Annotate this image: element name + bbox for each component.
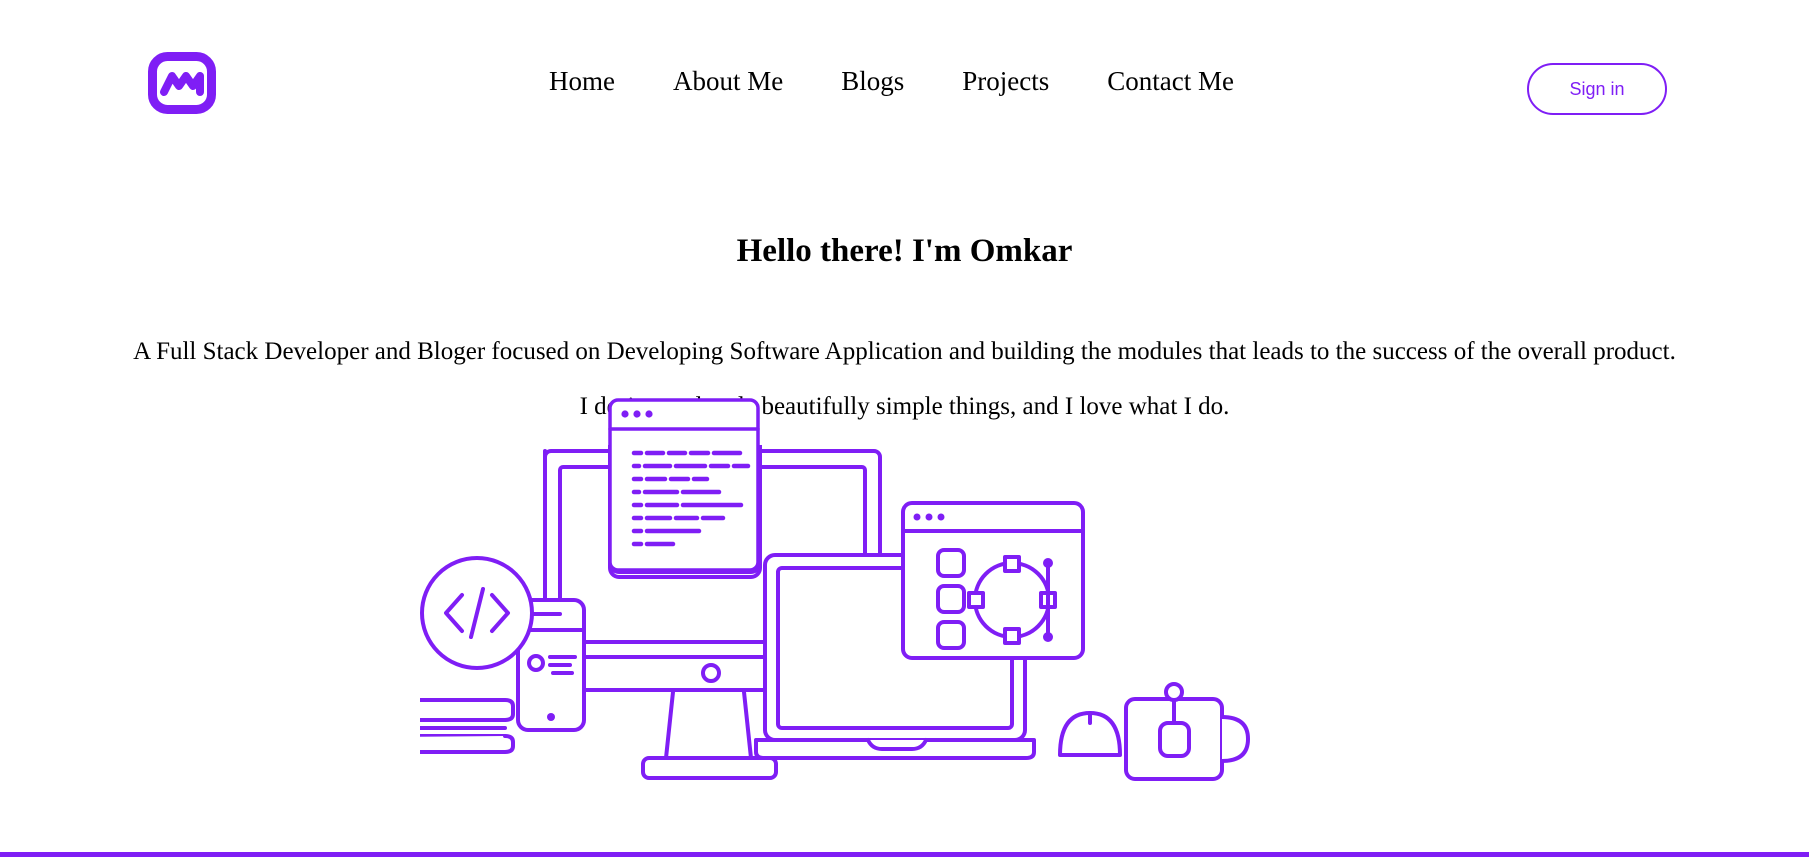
hero-paragraph-line-1: A Full Stack Developer and Bloger focuse… xyxy=(133,338,1676,365)
rounded-square-wave-logo-icon xyxy=(148,52,216,114)
site-header: Home About Me Blogs Projects Contact Me … xyxy=(0,0,1809,140)
brand-logo[interactable] xyxy=(148,52,216,114)
ground-divider xyxy=(0,852,1809,857)
nav-item-about-me[interactable]: About Me xyxy=(644,68,812,95)
design-tool-window-icon xyxy=(901,501,1085,660)
sign-in-button[interactable]: Sign in xyxy=(1527,63,1667,115)
computer-mouse-icon xyxy=(1058,711,1122,757)
nav-item-projects[interactable]: Projects xyxy=(933,68,1078,95)
nav-item-blogs[interactable]: Blogs xyxy=(812,68,933,95)
main-navigation: Home About Me Blogs Projects Contact Me xyxy=(520,68,1263,95)
developer-workspace-illustration xyxy=(420,445,1400,863)
coffee-mug-icon xyxy=(1124,682,1250,781)
code-badge-circle-icon xyxy=(420,556,534,670)
stacked-books-icon xyxy=(420,698,515,754)
code-editor-window xyxy=(608,398,908,572)
hero-title: Hello there! I'm Omkar xyxy=(736,233,1073,269)
nav-item-home[interactable]: Home xyxy=(520,68,644,95)
nav-item-contact-me[interactable]: Contact Me xyxy=(1078,68,1263,95)
page-root: Home About Me Blogs Projects Contact Me … xyxy=(0,0,1809,863)
